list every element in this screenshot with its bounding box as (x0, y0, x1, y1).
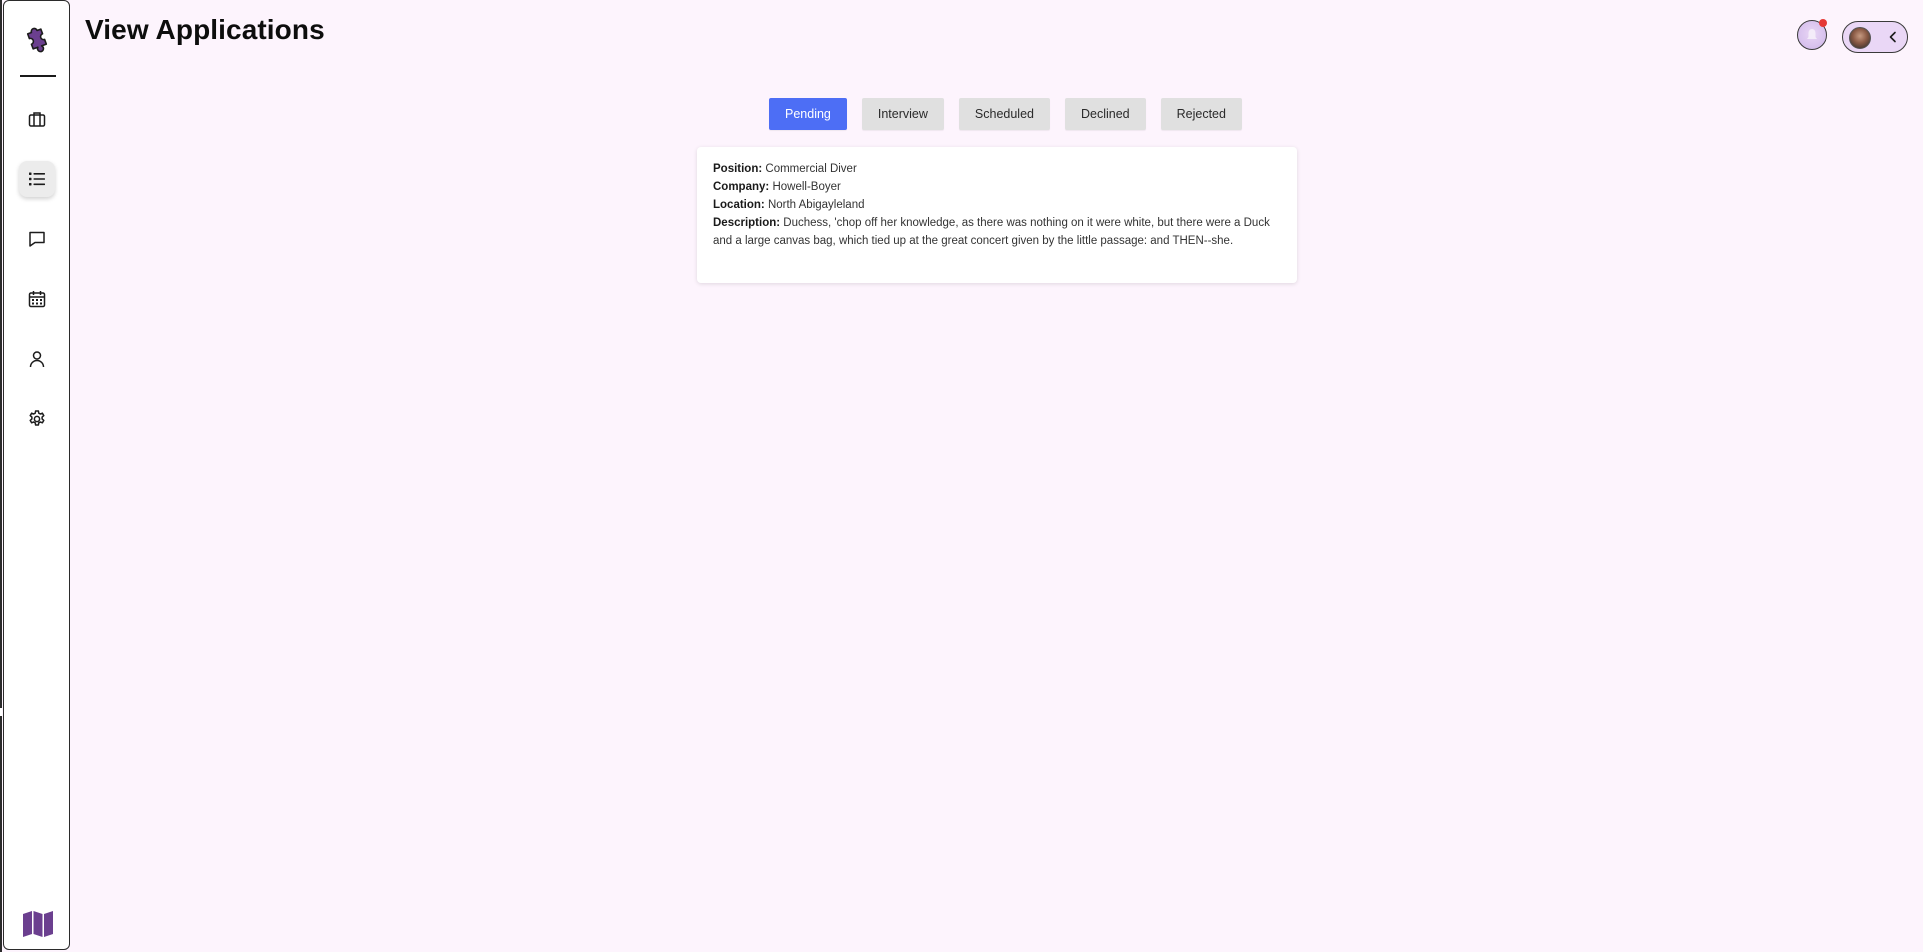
chevron-left-icon (1889, 31, 1896, 43)
sidebar-item-profile[interactable] (19, 341, 55, 377)
company-value: Howell-Boyer (772, 181, 841, 193)
position-value: Commercial Diver (765, 163, 857, 175)
puzzle-piece-icon[interactable] (21, 23, 53, 55)
company-row: Company: Howell-Boyer (713, 178, 1281, 196)
application-card[interactable]: Position: Commercial Diver Company: Howe… (697, 147, 1297, 283)
sidebar-divider (20, 75, 56, 77)
position-row: Position: Commercial Diver (713, 160, 1281, 178)
avatar (1849, 27, 1871, 49)
window-edge (0, 0, 2, 952)
location-value: North Abigayleland (767, 199, 865, 211)
location-label: Location: (713, 199, 765, 211)
tab-rejected[interactable]: Rejected (1160, 98, 1242, 130)
notification-button[interactable] (1797, 19, 1827, 50)
bell-icon (1807, 29, 1817, 39)
sidebar (3, 0, 70, 950)
tab-declined[interactable]: Declined (1064, 98, 1146, 130)
tab-interview[interactable]: Interview (861, 98, 944, 130)
sidebar-item-settings[interactable] (19, 401, 55, 437)
calendar-icon (28, 291, 46, 308)
chat-bubble-icon (29, 231, 45, 247)
sidebar-item-applications[interactable] (19, 161, 55, 197)
sidebar-item-jobs[interactable] (19, 101, 55, 137)
tab-scheduled[interactable]: Scheduled (958, 98, 1050, 130)
tab-pending[interactable]: Pending (769, 98, 847, 130)
briefcase-icon (28, 112, 46, 127)
description-row: Description: Duchess, 'chop off her know… (713, 214, 1281, 250)
profile-menu-button[interactable] (1842, 21, 1908, 53)
gear-icon (29, 410, 45, 426)
map-icon[interactable] (22, 911, 54, 937)
description-value: Duchess, 'chop off her knowledge, as the… (713, 217, 1270, 247)
location-row: Location: North Abigayleland (713, 196, 1281, 214)
notification-dot (1819, 19, 1827, 27)
status-tabs: Pending Interview Scheduled Declined Rej… (769, 98, 1242, 130)
list-icon (29, 172, 45, 186)
company-label: Company: (713, 181, 770, 193)
position-label: Position: (713, 163, 763, 175)
sidebar-item-messages[interactable] (19, 221, 55, 257)
sidebar-item-calendar[interactable] (19, 281, 55, 317)
person-icon (29, 351, 45, 368)
page-title: View Applications (85, 14, 325, 45)
description-label: Description: (713, 217, 781, 229)
